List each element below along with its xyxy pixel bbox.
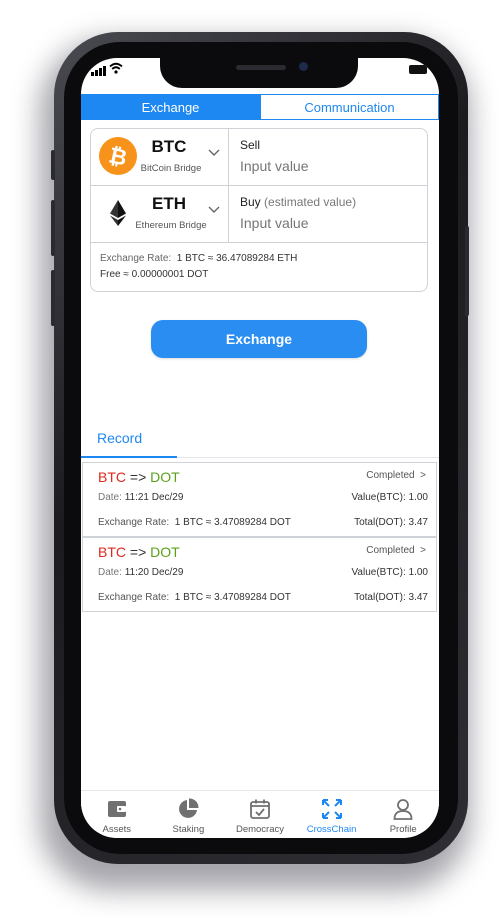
- front-camera: [299, 62, 308, 71]
- record-item[interactable]: BTC => DOT Completed > Date: 11:20 Dec/2…: [82, 537, 437, 612]
- exchange-button[interactable]: Exchange: [151, 320, 367, 358]
- expand-arrows-icon: [321, 799, 342, 819]
- sell-label: Sell: [240, 138, 261, 152]
- buy-field: Buy (estimated value): [238, 186, 427, 243]
- sell-coin-selector[interactable]: ₿ BTC BitCoin Bridge: [91, 129, 229, 186]
- notch: [160, 58, 358, 88]
- volume-up-button: [51, 200, 55, 256]
- record-rate: Exchange Rate: 1 BTC ≈ 3.47089284 DOT: [98, 517, 291, 528]
- record-pair: BTC => DOT: [98, 544, 180, 560]
- buy-coin-selector[interactable]: ETH Ethereum Bridge: [91, 186, 229, 243]
- tab-exchange[interactable]: Exchange: [81, 94, 260, 120]
- tab-bar: Exchange Communication: [81, 94, 439, 120]
- chevron-down-icon: [208, 149, 220, 156]
- sell-coin-symbol: BTC: [151, 137, 187, 156]
- nav-democracy[interactable]: Democracy: [224, 791, 296, 838]
- record-date-value: 11:21 Dec/29: [124, 492, 184, 503]
- bottom-nav: Assets Staking Democracy CrossChain Prof…: [81, 790, 439, 838]
- mute-switch: [51, 150, 55, 180]
- record-status[interactable]: Completed >: [366, 545, 426, 556]
- record-arrow: =>: [129, 469, 147, 485]
- record-total: Total(DOT): 3.47: [354, 517, 428, 528]
- sell-row: ₿ BTC BitCoin Bridge Sell: [91, 129, 427, 186]
- nav-profile[interactable]: Profile: [367, 791, 439, 838]
- wallet-icon: [107, 801, 126, 817]
- power-button: [465, 226, 469, 316]
- buy-label-text: Buy: [240, 195, 261, 209]
- buy-coin-network: Ethereum Bridge: [135, 220, 207, 231]
- wifi-icon: [109, 62, 123, 74]
- buy-label-hint: (estimated value): [264, 195, 357, 209]
- record-pair: BTC => DOT: [98, 469, 180, 485]
- battery-icon: [409, 65, 427, 74]
- sell-coin-network: BitCoin Bridge: [140, 163, 202, 174]
- record-arrow: =>: [129, 544, 147, 560]
- buy-coin-symbol: ETH: [152, 194, 186, 213]
- record-date-value: 11:20 Dec/29: [124, 567, 184, 578]
- record-rate-label: Exchange Rate:: [98, 592, 170, 603]
- signal-icon: [91, 66, 106, 76]
- sell-input[interactable]: [240, 158, 410, 174]
- fee-line: Free ≈ 0.00000001 DOT: [100, 269, 209, 280]
- record-to: DOT: [150, 469, 180, 485]
- screen: Exchange Communication ₿ BTC BitCoin Bri…: [81, 58, 439, 838]
- record-date: Date: 11:20 Dec/29: [98, 567, 183, 578]
- record-rate-value: 1 BTC ≈ 3.47089284 DOT: [174, 592, 291, 603]
- record-date-label: Date:: [98, 492, 122, 503]
- nav-crosschain-label: CrossChain: [306, 824, 357, 835]
- nav-assets-label: Assets: [102, 824, 132, 835]
- pie-chart-icon: [179, 798, 199, 818]
- tab-underline: [81, 456, 177, 458]
- nav-profile-label: Profile: [389, 824, 417, 835]
- nav-crosschain[interactable]: CrossChain: [296, 791, 368, 838]
- nav-democracy-label: Democracy: [235, 824, 284, 835]
- record-date-label: Date:: [98, 567, 122, 578]
- record-from: BTC: [98, 544, 126, 560]
- record-from: BTC: [98, 469, 126, 485]
- nav-assets[interactable]: Assets: [81, 791, 153, 838]
- buy-input[interactable]: [240, 215, 410, 231]
- exchange-form: ₿ BTC BitCoin Bridge Sell Input value ET…: [90, 128, 428, 292]
- calendar-check-icon: [250, 799, 270, 819]
- record-value: Value(BTC): 1.00: [351, 492, 428, 503]
- exchange-rate-info: Exchange Rate: 1 BTC ≈ 36.47089284 ETH F…: [100, 251, 297, 283]
- nav-staking[interactable]: Staking: [153, 791, 225, 838]
- record-tab-bar: Record: [81, 428, 439, 458]
- volume-down-button: [51, 270, 55, 326]
- tab-communication[interactable]: Communication: [260, 94, 439, 120]
- record-date: Date: 11:21 Dec/29: [98, 492, 183, 503]
- exchange-rate-label: Exchange Rate:: [100, 253, 172, 264]
- tab-record[interactable]: Record: [97, 430, 142, 446]
- record-rate-value: 1 BTC ≈ 3.47089284 DOT: [174, 517, 291, 528]
- exchange-rate-line: Exchange Rate: 1 BTC ≈ 36.47089284 ETH: [100, 251, 297, 267]
- speaker: [236, 65, 286, 70]
- chevron-down-icon: [208, 206, 220, 213]
- record-to: DOT: [150, 544, 180, 560]
- nav-staking-label: Staking: [172, 824, 205, 835]
- buy-row: ETH Ethereum Bridge Buy (estimated value…: [91, 186, 427, 243]
- sell-field: Sell: [238, 129, 427, 186]
- record-value: Value(BTC): 1.00: [351, 567, 428, 578]
- record-item[interactable]: BTC => DOT Completed > Date: 11:21 Dec/2…: [82, 462, 437, 537]
- record-rate-label: Exchange Rate:: [98, 517, 170, 528]
- buy-label: Buy (estimated value): [240, 195, 356, 209]
- record-status[interactable]: Completed >: [366, 470, 426, 481]
- record-rate: Exchange Rate: 1 BTC ≈ 3.47089284 DOT: [98, 592, 291, 603]
- exchange-rate-value: 1 BTC ≈ 36.47089284 ETH: [176, 253, 298, 264]
- record-total: Total(DOT): 3.47: [354, 592, 428, 603]
- user-icon: [393, 799, 413, 820]
